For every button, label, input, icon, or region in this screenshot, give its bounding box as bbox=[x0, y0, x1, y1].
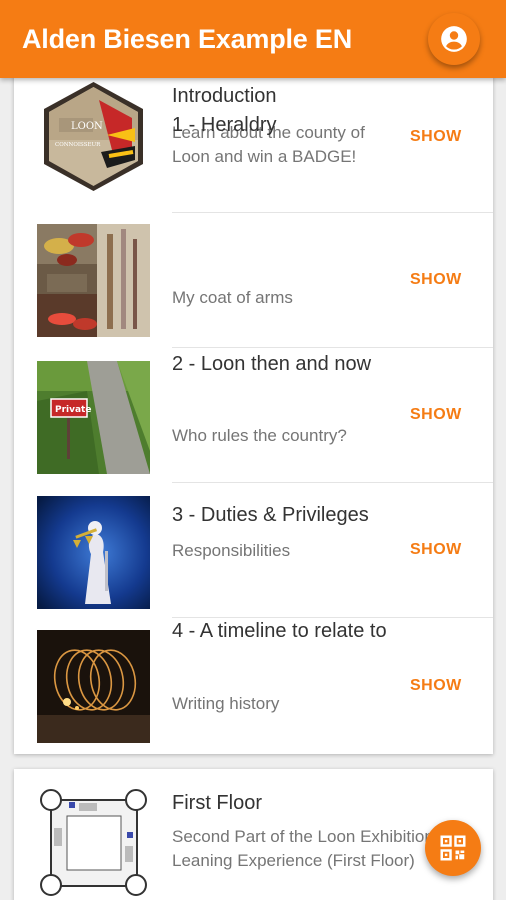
show-button[interactable]: SHOW bbox=[410, 128, 470, 146]
heraldry-image bbox=[37, 224, 150, 337]
show-button[interactable]: SHOW bbox=[410, 541, 470, 559]
item-subtitle: My coat of arms bbox=[172, 288, 293, 307]
chapter-list-card: LOON CONNOISSEUR Introduction Learn abou… bbox=[14, 64, 493, 754]
qr-code-icon bbox=[440, 835, 466, 861]
intro-badge-image: LOON CONNOISSEUR bbox=[37, 80, 150, 193]
item-title: 3 - Duties & Privileges bbox=[172, 504, 369, 526]
badge-text-loon: LOON bbox=[71, 121, 103, 132]
first-floor-card[interactable]: First Floor Second Part of the Loon Exhi… bbox=[14, 769, 493, 900]
item-subtitle: Responsibilities bbox=[172, 541, 291, 560]
list-item[interactable]: 4 - A timeline to relate to Writing hist… bbox=[14, 618, 493, 754]
badge-text-connoisseur: CONNOISSEUR bbox=[55, 142, 101, 148]
item-title: Introduction bbox=[172, 85, 277, 107]
show-button[interactable]: SHOW bbox=[410, 406, 470, 424]
list-item[interactable]: 3 - Duties & Privileges Responsibilities… bbox=[14, 483, 493, 618]
floor-plan-image bbox=[37, 786, 150, 899]
loon-path-image: Private bbox=[37, 361, 150, 474]
show-button[interactable]: SHOW bbox=[410, 271, 470, 289]
list-item[interactable]: Private 2 - Loon then and now Who rules … bbox=[14, 348, 493, 483]
account-button[interactable] bbox=[428, 13, 480, 65]
item-subtitle: Writing history bbox=[172, 694, 280, 713]
item-title: 2 - Loon then and now bbox=[172, 353, 372, 375]
light-spiral-image bbox=[37, 630, 150, 743]
qr-scan-button[interactable] bbox=[425, 820, 481, 876]
item-title: First Floor bbox=[172, 792, 262, 814]
item-subtitle: Who rules the country? bbox=[172, 426, 347, 445]
app-bar: Alden Biesen Example EN bbox=[0, 0, 506, 78]
show-button[interactable]: SHOW bbox=[410, 677, 470, 695]
item-subtitle: Second Part of the Loon Exhibition Leani… bbox=[172, 827, 434, 870]
account-circle-icon bbox=[441, 26, 467, 52]
justice-statue-image bbox=[37, 496, 150, 609]
item-title: 1 - Heraldry bbox=[172, 114, 277, 136]
item-title: 4 - A timeline to relate to bbox=[172, 620, 387, 642]
app-title: Alden Biesen Example EN bbox=[22, 24, 353, 54]
list-item[interactable]: 1 - Heraldry My coat of arms SHOW bbox=[14, 114, 493, 348]
private-sign-text: Private bbox=[55, 405, 91, 415]
